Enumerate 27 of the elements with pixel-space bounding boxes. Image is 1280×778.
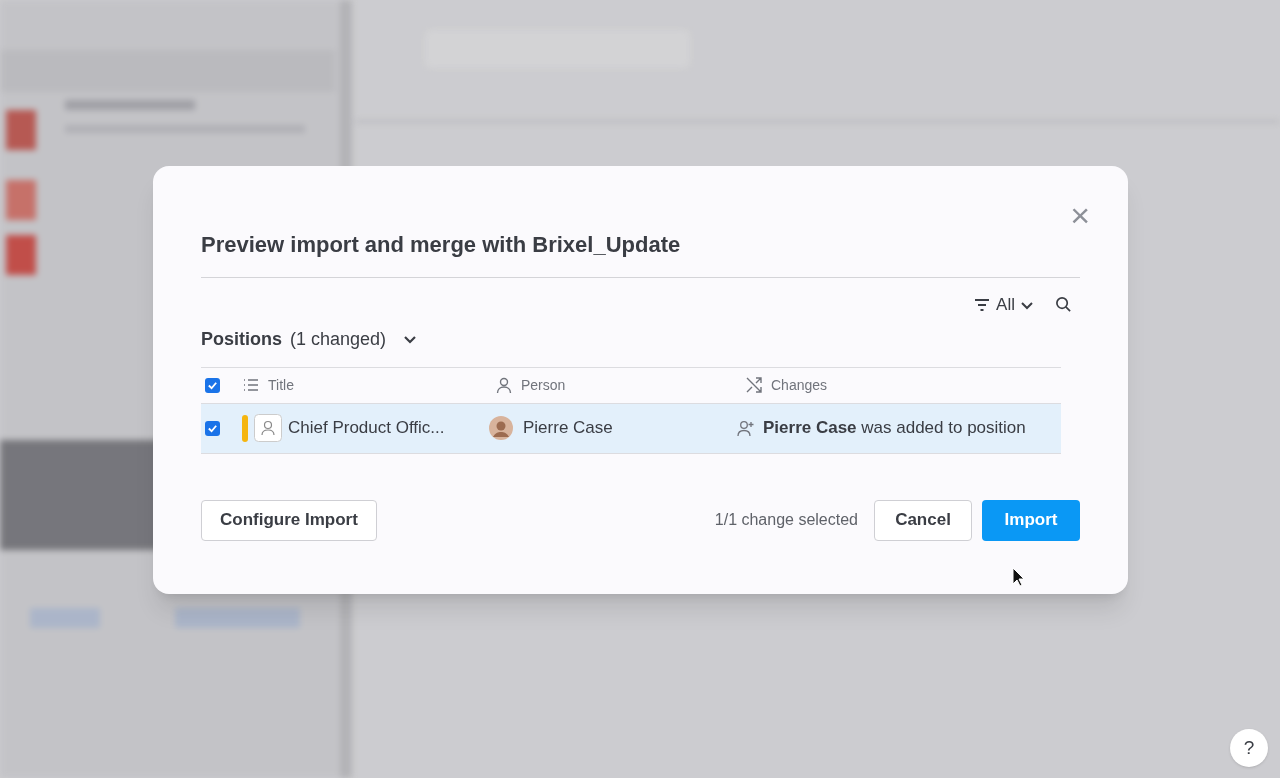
checkmark-icon bbox=[207, 422, 218, 434]
list-icon bbox=[242, 376, 260, 394]
column-header[interactable]: Title bbox=[268, 374, 294, 396]
filter-button[interactable]: All bbox=[972, 292, 1035, 318]
section-title: Positions bbox=[201, 327, 282, 351]
selection-summary: 1/1 change selected bbox=[714, 510, 858, 530]
dialog-title: Preview import and merge with Brixel_Update bbox=[201, 231, 681, 259]
avatar bbox=[489, 416, 513, 440]
person-icon bbox=[254, 414, 282, 442]
checkbox[interactable] bbox=[205, 377, 220, 393]
add-person-icon bbox=[737, 419, 755, 437]
cursor-icon bbox=[1012, 567, 1025, 587]
checkbox[interactable] bbox=[205, 420, 220, 436]
change-count: (1 changed) bbox=[290, 327, 387, 351]
table-cell-text: Chief Product Offic... bbox=[288, 417, 445, 440]
shuffle-icon bbox=[745, 376, 763, 394]
change-description: Pierre Case was added to position bbox=[763, 417, 1026, 440]
configure-import-button[interactable]: Configure Import bbox=[201, 499, 377, 541]
column-header[interactable]: Changes bbox=[771, 374, 828, 396]
cancel-button[interactable]: Cancel bbox=[874, 499, 972, 541]
help-button[interactable]: ? bbox=[1230, 729, 1268, 767]
table-row[interactable]: Chief Product Offic... Pierre Case Pierre Case was added to position bbox=[201, 403, 1061, 454]
search-icon[interactable] bbox=[1055, 296, 1072, 314]
checkmark-icon bbox=[207, 379, 218, 391]
table-cell-text: Pierre Case bbox=[523, 417, 613, 440]
person-icon bbox=[495, 376, 513, 394]
column-header[interactable]: Person bbox=[521, 374, 566, 396]
